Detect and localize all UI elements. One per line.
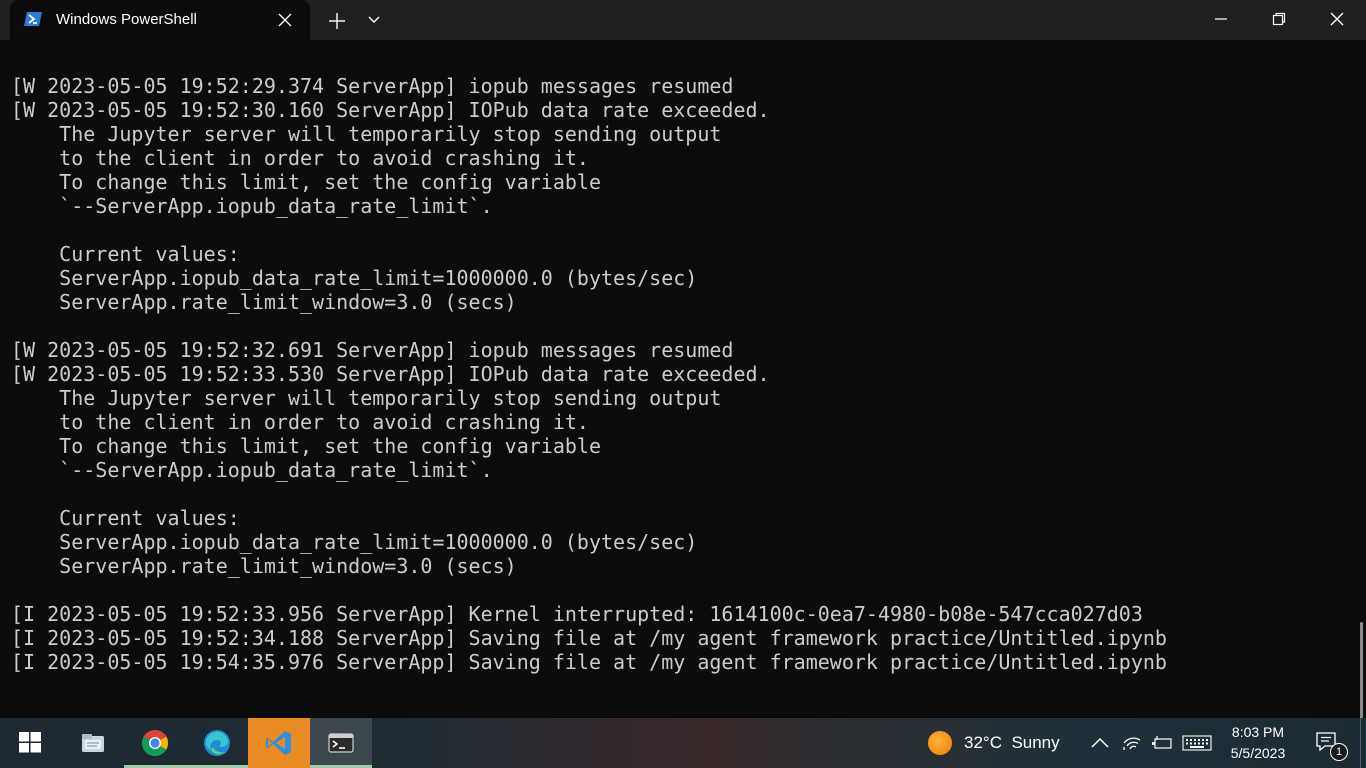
close-icon	[1330, 12, 1344, 26]
terminal-line: [I 2023-05-05 19:52:33.956 ServerApp] Ke…	[11, 602, 1143, 626]
terminal-line: [I 2023-05-05 19:52:34.188 ServerApp] Sa…	[11, 626, 1167, 650]
terminal-line: [I 2023-05-05 19:54:35.976 ServerApp] Sa…	[11, 650, 1167, 674]
weather-widget[interactable]: 32°C Sunny	[926, 718, 1066, 768]
show-hidden-icons-button[interactable]	[1086, 718, 1114, 768]
terminal-line: to the client in order to avoid crashing…	[11, 146, 589, 170]
clock-date: 5/5/2023	[1230, 745, 1286, 761]
terminal-line: ServerApp.rate_limit_window=3.0 (secs)	[11, 554, 517, 578]
weather-text: 32°C Sunny	[964, 733, 1060, 753]
weather-temp: 32°C	[964, 733, 1002, 752]
terminal-line: [W 2023-05-05 19:52:32.691 ServerApp] io…	[11, 338, 734, 362]
terminal-icon	[328, 733, 354, 753]
vertical-scrollbar[interactable]	[1360, 622, 1363, 732]
taskbar: 32°C Sunny 8:03 PM 5/5/2023 1	[0, 718, 1366, 768]
terminal-line: The Jupyter server will temporarily stop…	[11, 122, 722, 146]
terminal-line: [W 2023-05-05 19:52:29.374 ServerApp] io…	[11, 74, 734, 98]
chevron-up-icon	[1091, 737, 1109, 748]
terminal-lines: [W 2023-05-05 19:52:29.374 ServerApp] io…	[11, 74, 1167, 674]
weather-condition: Sunny	[1011, 733, 1060, 752]
notification-center-button[interactable]: 1	[1308, 718, 1348, 768]
taskbar-file-explorer[interactable]	[62, 718, 124, 768]
terminal-line: To change this limit, set the config var…	[11, 434, 602, 458]
vscode-icon	[266, 731, 291, 755]
taskbar-chrome[interactable]	[124, 718, 186, 768]
battery-tray-button[interactable]	[1147, 718, 1175, 768]
powershell-icon	[24, 12, 42, 26]
terminal-line: Current values:	[11, 506, 240, 530]
terminal-line: ServerApp.rate_limit_window=3.0 (secs)	[11, 290, 517, 314]
terminal-line: To change this limit, set the config var…	[11, 170, 602, 194]
notification-count-badge: 1	[1330, 743, 1348, 761]
terminal-line: ServerApp.iopub_data_rate_limit=1000000.…	[11, 266, 698, 290]
new-tab-icon[interactable]	[328, 12, 346, 30]
tab-title: Windows PowerShell	[56, 11, 197, 28]
terminal-line: `--ServerApp.iopub_data_rate_limit`.	[11, 194, 493, 218]
close-tab-icon[interactable]	[278, 13, 292, 27]
terminal-line: ServerApp.iopub_data_rate_limit=1000000.…	[11, 530, 698, 554]
wifi-icon	[1123, 737, 1141, 750]
taskbar-edge[interactable]	[186, 718, 248, 768]
restore-icon	[1272, 12, 1286, 26]
edge-icon	[204, 730, 230, 756]
battery-icon	[1152, 736, 1172, 749]
clock-time: 8:03 PM	[1231, 724, 1285, 740]
tab-windows-powershell[interactable]: Windows PowerShell	[10, 0, 310, 40]
terminal-line: to the client in order to avoid crashing…	[11, 410, 589, 434]
title-bar: Windows PowerShell	[0, 0, 1366, 40]
terminal-line: The Jupyter server will temporarily stop…	[11, 386, 722, 410]
terminal-line: `--ServerApp.iopub_data_rate_limit`.	[11, 458, 493, 482]
terminal-line: Current values:	[11, 242, 240, 266]
keyboard-tray-button[interactable]	[1178, 718, 1214, 768]
terminal-line: [W 2023-05-05 19:52:30.160 ServerApp] IO…	[11, 98, 770, 122]
chevron-down-icon[interactable]	[367, 14, 381, 26]
restore-button[interactable]	[1250, 0, 1308, 40]
show-desktop-button[interactable]	[1360, 718, 1366, 768]
taskbar-terminal[interactable]	[310, 718, 372, 768]
start-button[interactable]	[0, 718, 62, 768]
network-tray-button[interactable]	[1118, 718, 1146, 768]
chrome-icon	[141, 729, 169, 757]
taskbar-vscode[interactable]	[248, 718, 310, 768]
taskbar-clock[interactable]: 8:03 PM 5/5/2023	[1218, 722, 1298, 766]
terminal-output[interactable]: [W 2023-05-05 19:52:29.374 ServerApp] io…	[0, 40, 1366, 732]
windows-logo-icon	[19, 732, 41, 753]
minimize-button[interactable]	[1192, 0, 1250, 40]
folder-icon	[82, 734, 104, 752]
sun-icon	[928, 731, 952, 755]
close-window-button[interactable]	[1308, 0, 1366, 40]
keyboard-icon	[1182, 735, 1212, 751]
terminal-line: [W 2023-05-05 19:52:33.530 ServerApp] IO…	[11, 362, 770, 386]
minimize-icon	[1215, 18, 1227, 20]
